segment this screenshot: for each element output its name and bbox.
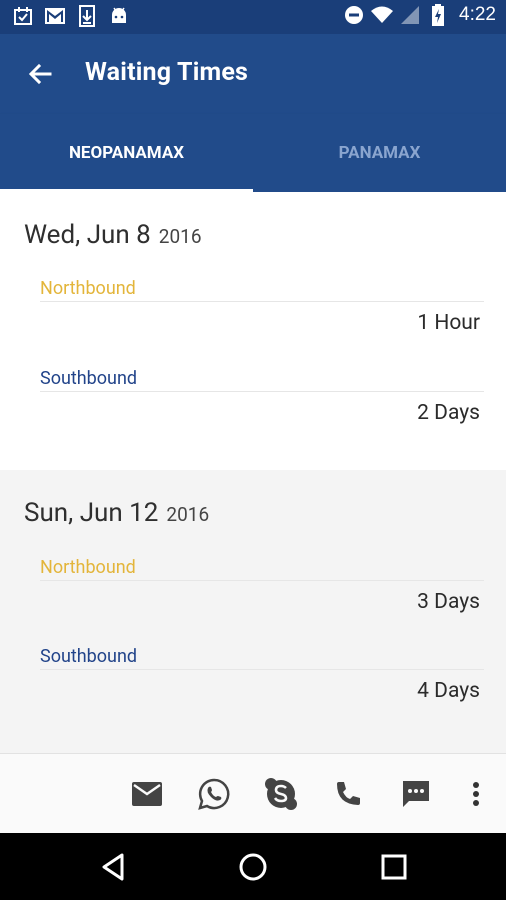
tab-neopanamax[interactable]: NEOPANAMAX: [0, 114, 253, 192]
date-heading: Wed, Jun 8 2016: [24, 220, 202, 250]
divider: [40, 580, 484, 581]
northbound-value: 3 Days: [417, 590, 480, 614]
waiting-time-card: Wed, Jun 8 2016 Northbound 1 Hour Southbo…: [0, 192, 506, 470]
android-icon: [108, 5, 130, 27]
year-label: 2016: [166, 503, 210, 526]
app-bar: Waiting Times: [0, 34, 506, 114]
gmail-icon: [44, 5, 66, 27]
southbound-value: 4 Days: [417, 679, 480, 703]
tab-bar: NEOPANAMAX PANAMAX: [0, 114, 506, 192]
divider: [40, 301, 484, 302]
calendar-icon: [12, 5, 34, 27]
phone-icon[interactable]: [331, 774, 365, 814]
southbound-label: Southbound: [40, 646, 138, 667]
northbound-label: Northbound: [40, 557, 136, 578]
do-not-disturb-icon: [343, 4, 365, 26]
tab-panamax[interactable]: PANAMAX: [253, 114, 506, 192]
wifi-icon: [371, 4, 394, 26]
northbound-label: Northbound: [40, 278, 136, 299]
email-icon[interactable]: [130, 774, 164, 814]
clock: 4:22: [459, 4, 496, 25]
date-label: Sun, Jun 12: [24, 498, 159, 528]
back-arrow-icon[interactable]: [22, 56, 58, 92]
southbound-value: 2 Days: [417, 401, 480, 425]
northbound-value: 1 Hour: [417, 311, 480, 335]
more-vert-icon[interactable]: [459, 774, 493, 814]
waiting-time-card: Sun, Jun 12 2016 Northbound 3 Days Southb…: [0, 470, 506, 753]
signal-icon: [399, 4, 421, 26]
whatsapp-icon[interactable]: [197, 774, 231, 814]
southbound-label: Southbound: [40, 368, 138, 389]
recents-nav-icon[interactable]: [377, 850, 411, 884]
divider: [40, 391, 484, 392]
skype-icon[interactable]: [264, 774, 298, 814]
battery-charging-icon: [427, 4, 449, 26]
back-nav-icon[interactable]: [97, 850, 131, 884]
divider: [40, 669, 484, 670]
share-action-bar: [0, 753, 506, 834]
status-bar: 4:22: [0, 0, 506, 34]
year-label: 2016: [158, 225, 202, 248]
date-label: Wed, Jun 8: [24, 220, 151, 250]
sms-icon[interactable]: [399, 774, 433, 814]
download-icon: [76, 5, 98, 27]
date-heading: Sun, Jun 12 2016: [24, 498, 209, 528]
system-navigation-bar: [0, 833, 506, 900]
home-nav-icon[interactable]: [236, 850, 270, 884]
page-title: Waiting Times: [85, 58, 249, 87]
